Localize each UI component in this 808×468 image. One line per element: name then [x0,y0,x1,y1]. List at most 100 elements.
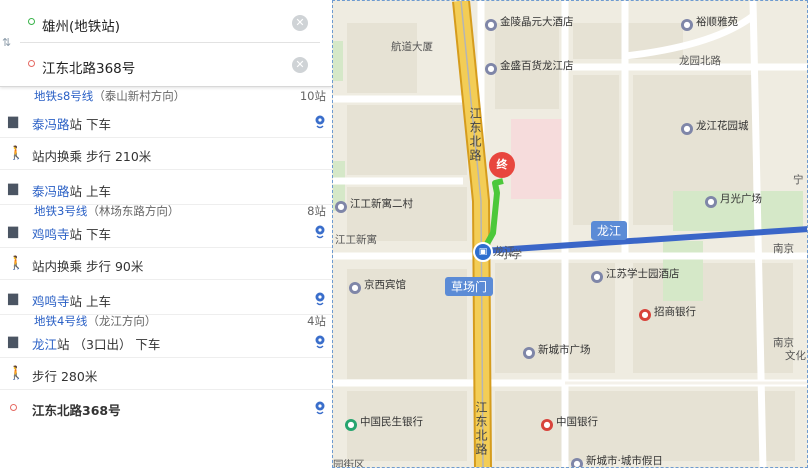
destination-name-text: 江东北路368号 [32,403,121,418]
swap-icon[interactable]: ⇅ [2,36,11,49]
map-poi-label[interactable]: 宁 [793,172,804,187]
block [573,75,619,225]
poi-icon: ● [523,347,535,359]
transit-icon: ▆ [8,224,18,239]
map-poi-label[interactable]: 文化 [785,348,806,363]
map-poi-label[interactable]: 江工新寓 [335,232,377,247]
origin-text[interactable]: 雄州(地铁站) [42,15,120,35]
map-poi-label[interactable]: 小学 [501,247,522,262]
poi-name: 江工新寓二村 [350,198,413,210]
locate-pin-icon[interactable] [314,115,326,129]
map-poi-label[interactable]: ● 新城市广场 [523,342,591,359]
subway-line-name[interactable]: 地铁3号线 [34,204,87,218]
subway-line-info: 地铁4号线（龙江方向） [34,313,156,329]
walk-instruction: 步行 280米 [32,369,98,384]
subway-line-name[interactable]: 地铁s8号线 [34,89,93,103]
end-marker-icon[interactable]: 终 [489,152,515,178]
map-poi-label[interactable]: ● 新城市·城市假日 [571,453,663,467]
poi-name: 江苏学士园酒店 [606,268,680,280]
poi-name: 中国民生银行 [360,416,423,428]
station-instruction: 龙江站 （3口出） 下车 [32,334,160,353]
poi-name: 龙园北路 [679,55,721,67]
destination-field[interactable]: 江东北路368号 ✕ [20,46,320,84]
route-inputs: ⇅ 雄州(地铁站) ✕ 江东北路368号 ✕ [0,0,332,87]
map-poi-label[interactable]: ● 京西宾馆 [349,277,406,294]
poi-icon: ● [571,458,583,467]
poi-name: 金陵晶元大酒店 [500,16,574,28]
locate-pin-icon[interactable] [314,401,326,415]
destination-text[interactable]: 江东北路368号 [42,57,135,77]
map-poi-label[interactable]: ● 裕顺雅苑 [681,14,738,31]
step-divider [0,357,332,358]
poi-icon: ● [681,123,693,135]
walk-icon: 🚶 [8,366,25,381]
station-name[interactable]: 泰冯路 [32,117,70,132]
locate-pin-icon[interactable] [314,225,326,239]
transit-icon: ▆ [8,181,18,196]
map-poi-label[interactable]: 龙园北路 [679,53,721,68]
poi-name: 新城市·城市假日 [586,455,663,467]
station-action: 站 （3口出） 下车 [57,337,161,352]
map-poi-label[interactable]: ● 金陵晶元大酒店 [485,14,574,31]
origin-dot-icon [28,18,35,25]
step-divider [0,389,332,390]
map-poi-label[interactable]: ● 中国银行 [541,414,598,431]
block [495,391,795,461]
map-poi-label[interactable]: ● 中国民生银行 [345,414,423,431]
walk-icon: 🚶 [8,256,25,271]
stop-count: 8站 [307,204,326,218]
step-divider [0,169,332,170]
station-action: 站 下车 [69,117,111,132]
clear-destination-icon[interactable]: ✕ [292,57,308,73]
poi-name: 月光广场 [720,193,762,205]
poi-name: 小学 [501,249,522,261]
origin-field[interactable]: 雄州(地铁站) ✕ [20,4,320,43]
map-poi-label[interactable]: ● 龙江花园城 [681,118,749,135]
poi-icon: ● [335,201,347,213]
destination-dot-icon [28,60,35,67]
map-poi-label[interactable]: ● 江工新寓二村 [335,196,413,213]
map-poi-label[interactable]: 园街区 [333,457,365,468]
map-view[interactable]: 终 ▣ 龙江 江东北路 江东北路 龙江 草场门 航道大厦 ● 金陵晶元大酒店 ● 金盛百… [332,0,808,468]
directions-panel: ⇅ 雄州(地铁站) ✕ 江东北路368号 ✕ 地铁s8号线（泰山新村方向） 10站… [0,0,332,468]
poi-name: 江工新寓 [335,234,377,246]
poi-name: 南京 [773,243,794,255]
map-poi-label[interactable]: ● 江苏学士园酒店 [591,266,680,283]
station-instruction: 泰冯路站 下车 [32,114,111,133]
station-action: 站 下车 [69,227,111,242]
block [347,23,417,93]
subway-line-name[interactable]: 地铁4号线 [34,314,87,328]
clear-origin-icon[interactable]: ✕ [292,15,308,31]
map-poi-label[interactable]: 航道大厦 [391,39,433,54]
station-instruction: 鸡鸣寺站 上车 [32,291,111,310]
poi-icon: ● [591,271,603,283]
step-divider [0,279,332,280]
station-name[interactable]: 龙江 [32,337,57,352]
road-label-jiangdong-south: 江东北路 [474,401,488,457]
stop-count: 4站 [307,314,326,328]
poi-icon: ● [705,196,717,208]
station-name[interactable]: 泰冯路 [32,184,70,199]
walk-instruction: 站内换乘 步行 90米 [32,259,144,274]
poi-name: 文化 [785,350,806,362]
block [347,105,467,175]
station-instruction: 鸡鸣寺站 下车 [32,224,111,243]
locate-pin-icon[interactable] [314,292,326,306]
longjiang-badge: 龙江 [591,221,628,240]
bus-stop-icon[interactable]: ▣ [473,242,493,262]
poi-name: 金盛百货龙江店 [500,60,574,72]
map-poi-label[interactable]: ● 招商银行 [639,304,696,321]
subway-line-direction: （龙江方向） [87,314,157,328]
station-name[interactable]: 鸡鸣寺 [32,227,70,242]
station-name[interactable]: 鸡鸣寺 [32,294,70,309]
map-poi-label[interactable]: 南京 [773,241,794,256]
map-poi-label[interactable]: ● 金盛百货龙江店 [485,58,574,75]
map-poi-label[interactable]: ● 月光广场 [705,191,762,208]
poi-icon: ● [485,19,497,31]
poi-name: 园街区 [333,459,365,468]
locate-pin-icon[interactable] [314,335,326,349]
poi-icon: ● [349,282,361,294]
subway-line-info: 地铁s8号线（泰山新村方向） [34,88,185,104]
poi-name: 京西宾馆 [364,279,406,291]
transit-icon: ▆ [8,114,18,129]
